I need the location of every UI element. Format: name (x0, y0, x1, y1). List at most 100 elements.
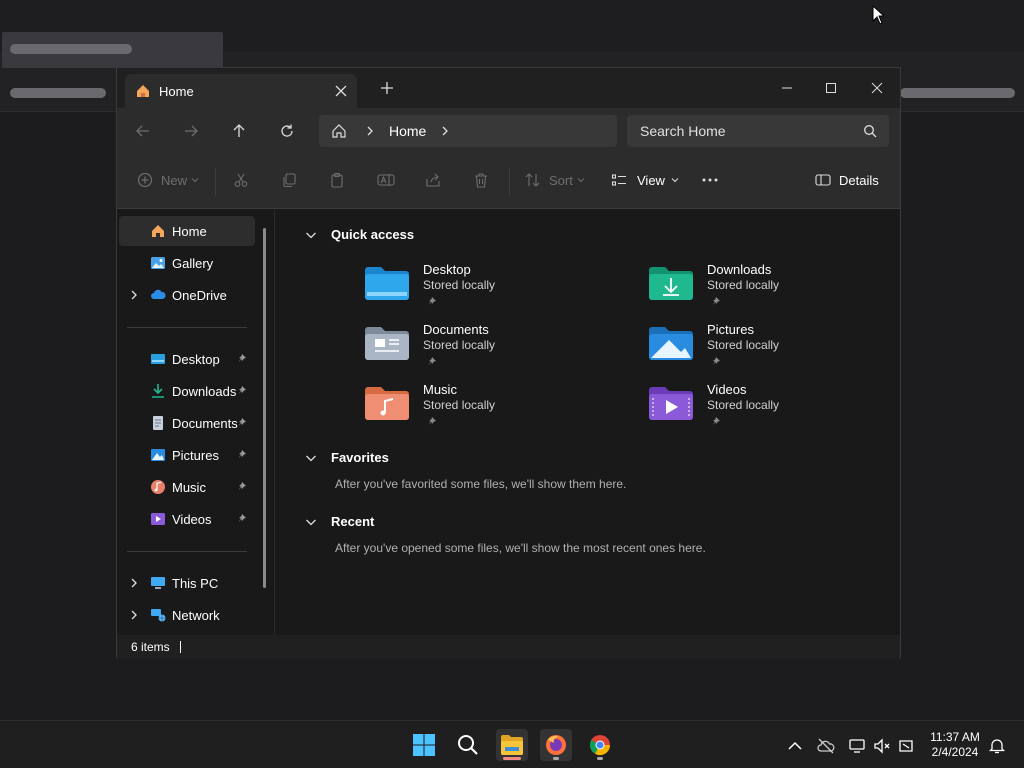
sidebar-item-label: Videos (172, 511, 212, 527)
section-title: Favorites (331, 450, 389, 465)
quick-access-item[interactable]: Music Stored locally (365, 382, 585, 438)
sidebar-divider (127, 551, 247, 552)
chrome-taskbar-button[interactable] (584, 729, 616, 761)
chevron-right-icon[interactable] (440, 126, 450, 136)
cloud-offline-icon[interactable] (817, 737, 835, 755)
details-button[interactable]: Details (815, 172, 879, 188)
battery-icon[interactable] (897, 737, 915, 755)
sidebar-item-videos[interactable]: Videos (119, 504, 255, 534)
network-status-icon[interactable] (848, 737, 866, 755)
notification-bell-icon[interactable] (988, 737, 1006, 755)
downloads-folder-icon (649, 267, 693, 300)
file-explorer-icon (501, 735, 523, 755)
copy-button[interactable] (281, 172, 297, 188)
sidebar-item-desktop[interactable]: Desktop (119, 344, 255, 374)
chevron-down-icon (577, 178, 585, 183)
pin-icon[interactable] (237, 353, 247, 363)
background-placeholder-right (900, 88, 1015, 98)
pin-icon (712, 417, 720, 425)
quick-access-item[interactable]: Pictures Stored locally (649, 322, 869, 378)
taskbar: 11:37 AM 2/4/2024 (0, 720, 1024, 768)
pin-icon[interactable] (237, 385, 247, 395)
maximize-icon (826, 83, 836, 93)
pin-icon[interactable] (237, 513, 247, 523)
new-button[interactable]: New (137, 172, 199, 188)
document-icon (153, 416, 163, 430)
quick-access-item[interactable]: Desktop Stored locally (365, 262, 585, 318)
cut-button[interactable] (233, 172, 249, 188)
pin-icon[interactable] (237, 449, 247, 459)
chevron-down-icon (671, 178, 679, 183)
content-pane: Quick access Desktop Stored locally Down… (275, 210, 900, 635)
minimize-button[interactable] (767, 74, 807, 102)
sort-button[interactable]: Sort (525, 172, 585, 188)
sidebar-item-onedrive[interactable]: OneDrive (119, 280, 255, 310)
forward-button[interactable] (181, 121, 201, 141)
pin-icon (428, 417, 436, 425)
favorites-header[interactable]: Favorites (305, 450, 389, 465)
rename-button[interactable] (377, 172, 395, 188)
pin-icon[interactable] (237, 417, 247, 427)
new-tab-icon[interactable] (379, 80, 395, 96)
search-icon (864, 125, 877, 138)
chevron-right-icon[interactable] (129, 290, 139, 300)
tab-home[interactable]: Home (125, 74, 357, 108)
arrow-up-icon (233, 124, 245, 137)
network-icon (151, 609, 166, 622)
sidebar-item-network[interactable]: Network (119, 600, 255, 630)
up-button[interactable] (229, 121, 249, 141)
sidebar-item-music[interactable]: Music (119, 472, 255, 502)
chevron-up-icon[interactable] (786, 737, 804, 755)
firefox-taskbar-button[interactable] (540, 729, 572, 761)
quick-access-header[interactable]: Quick access (305, 227, 414, 242)
more-options-button[interactable] (701, 172, 719, 188)
sidebar-item-documents[interactable]: Documents (119, 408, 255, 438)
sidebar-item-this-pc[interactable]: This PC (119, 568, 255, 598)
recent-header[interactable]: Recent (305, 514, 374, 529)
pin-icon[interactable] (237, 481, 247, 491)
sidebar-item-label: This PC (172, 575, 219, 591)
taskbar-clock[interactable]: 11:37 AM 2/4/2024 (922, 730, 988, 760)
sort-label: Sort (549, 172, 573, 188)
address-bar[interactable]: Home (319, 115, 617, 147)
file-explorer-taskbar-button[interactable] (496, 729, 528, 761)
running-indicator (597, 757, 603, 760)
sidebar-item-label: Desktop (172, 351, 220, 367)
new-label: New (161, 172, 188, 188)
paste-button[interactable] (329, 172, 345, 188)
chevron-down-icon (306, 519, 316, 525)
sidebar-item-label: Gallery (172, 255, 214, 271)
videos-folder-icon (649, 387, 693, 420)
back-button[interactable] (133, 121, 153, 141)
close-window-button[interactable] (857, 74, 897, 102)
close-tab-icon[interactable] (333, 83, 349, 99)
desktop-folder-icon (151, 354, 165, 364)
quick-access-item[interactable]: Documents Stored locally (365, 322, 585, 378)
view-button[interactable]: View (611, 172, 679, 188)
quick-access-item[interactable]: Videos Stored locally (649, 382, 869, 438)
delete-button[interactable] (473, 172, 489, 188)
volume-muted-icon[interactable] (873, 737, 891, 755)
quick-access-item[interactable]: Downloads Stored locally (649, 262, 869, 318)
search-input[interactable]: Search Home (627, 115, 889, 147)
refresh-button[interactable] (277, 121, 297, 141)
download-icon (152, 384, 164, 398)
more-horizontal-icon (702, 178, 718, 182)
item-status: Stored locally (423, 398, 496, 412)
maximize-button[interactable] (811, 74, 851, 102)
chevron-right-icon[interactable] (129, 578, 139, 588)
start-button[interactable] (408, 729, 440, 761)
address-text[interactable]: Home (389, 123, 426, 139)
sidebar-item-home[interactable]: Home (119, 216, 255, 246)
cloud-icon (151, 289, 166, 299)
sidebar-item-downloads[interactable]: Downloads (119, 376, 255, 406)
sidebar-item-pictures[interactable]: Pictures (119, 440, 255, 470)
share-button[interactable] (425, 172, 441, 188)
toolbar-divider (509, 168, 510, 196)
search-taskbar-button[interactable] (452, 729, 484, 761)
sidebar-scrollbar[interactable] (263, 228, 266, 588)
refresh-icon (281, 124, 293, 137)
sidebar-item-gallery[interactable]: Gallery (119, 248, 255, 278)
chevron-right-icon[interactable] (129, 610, 139, 620)
clipboard-icon (331, 172, 343, 188)
